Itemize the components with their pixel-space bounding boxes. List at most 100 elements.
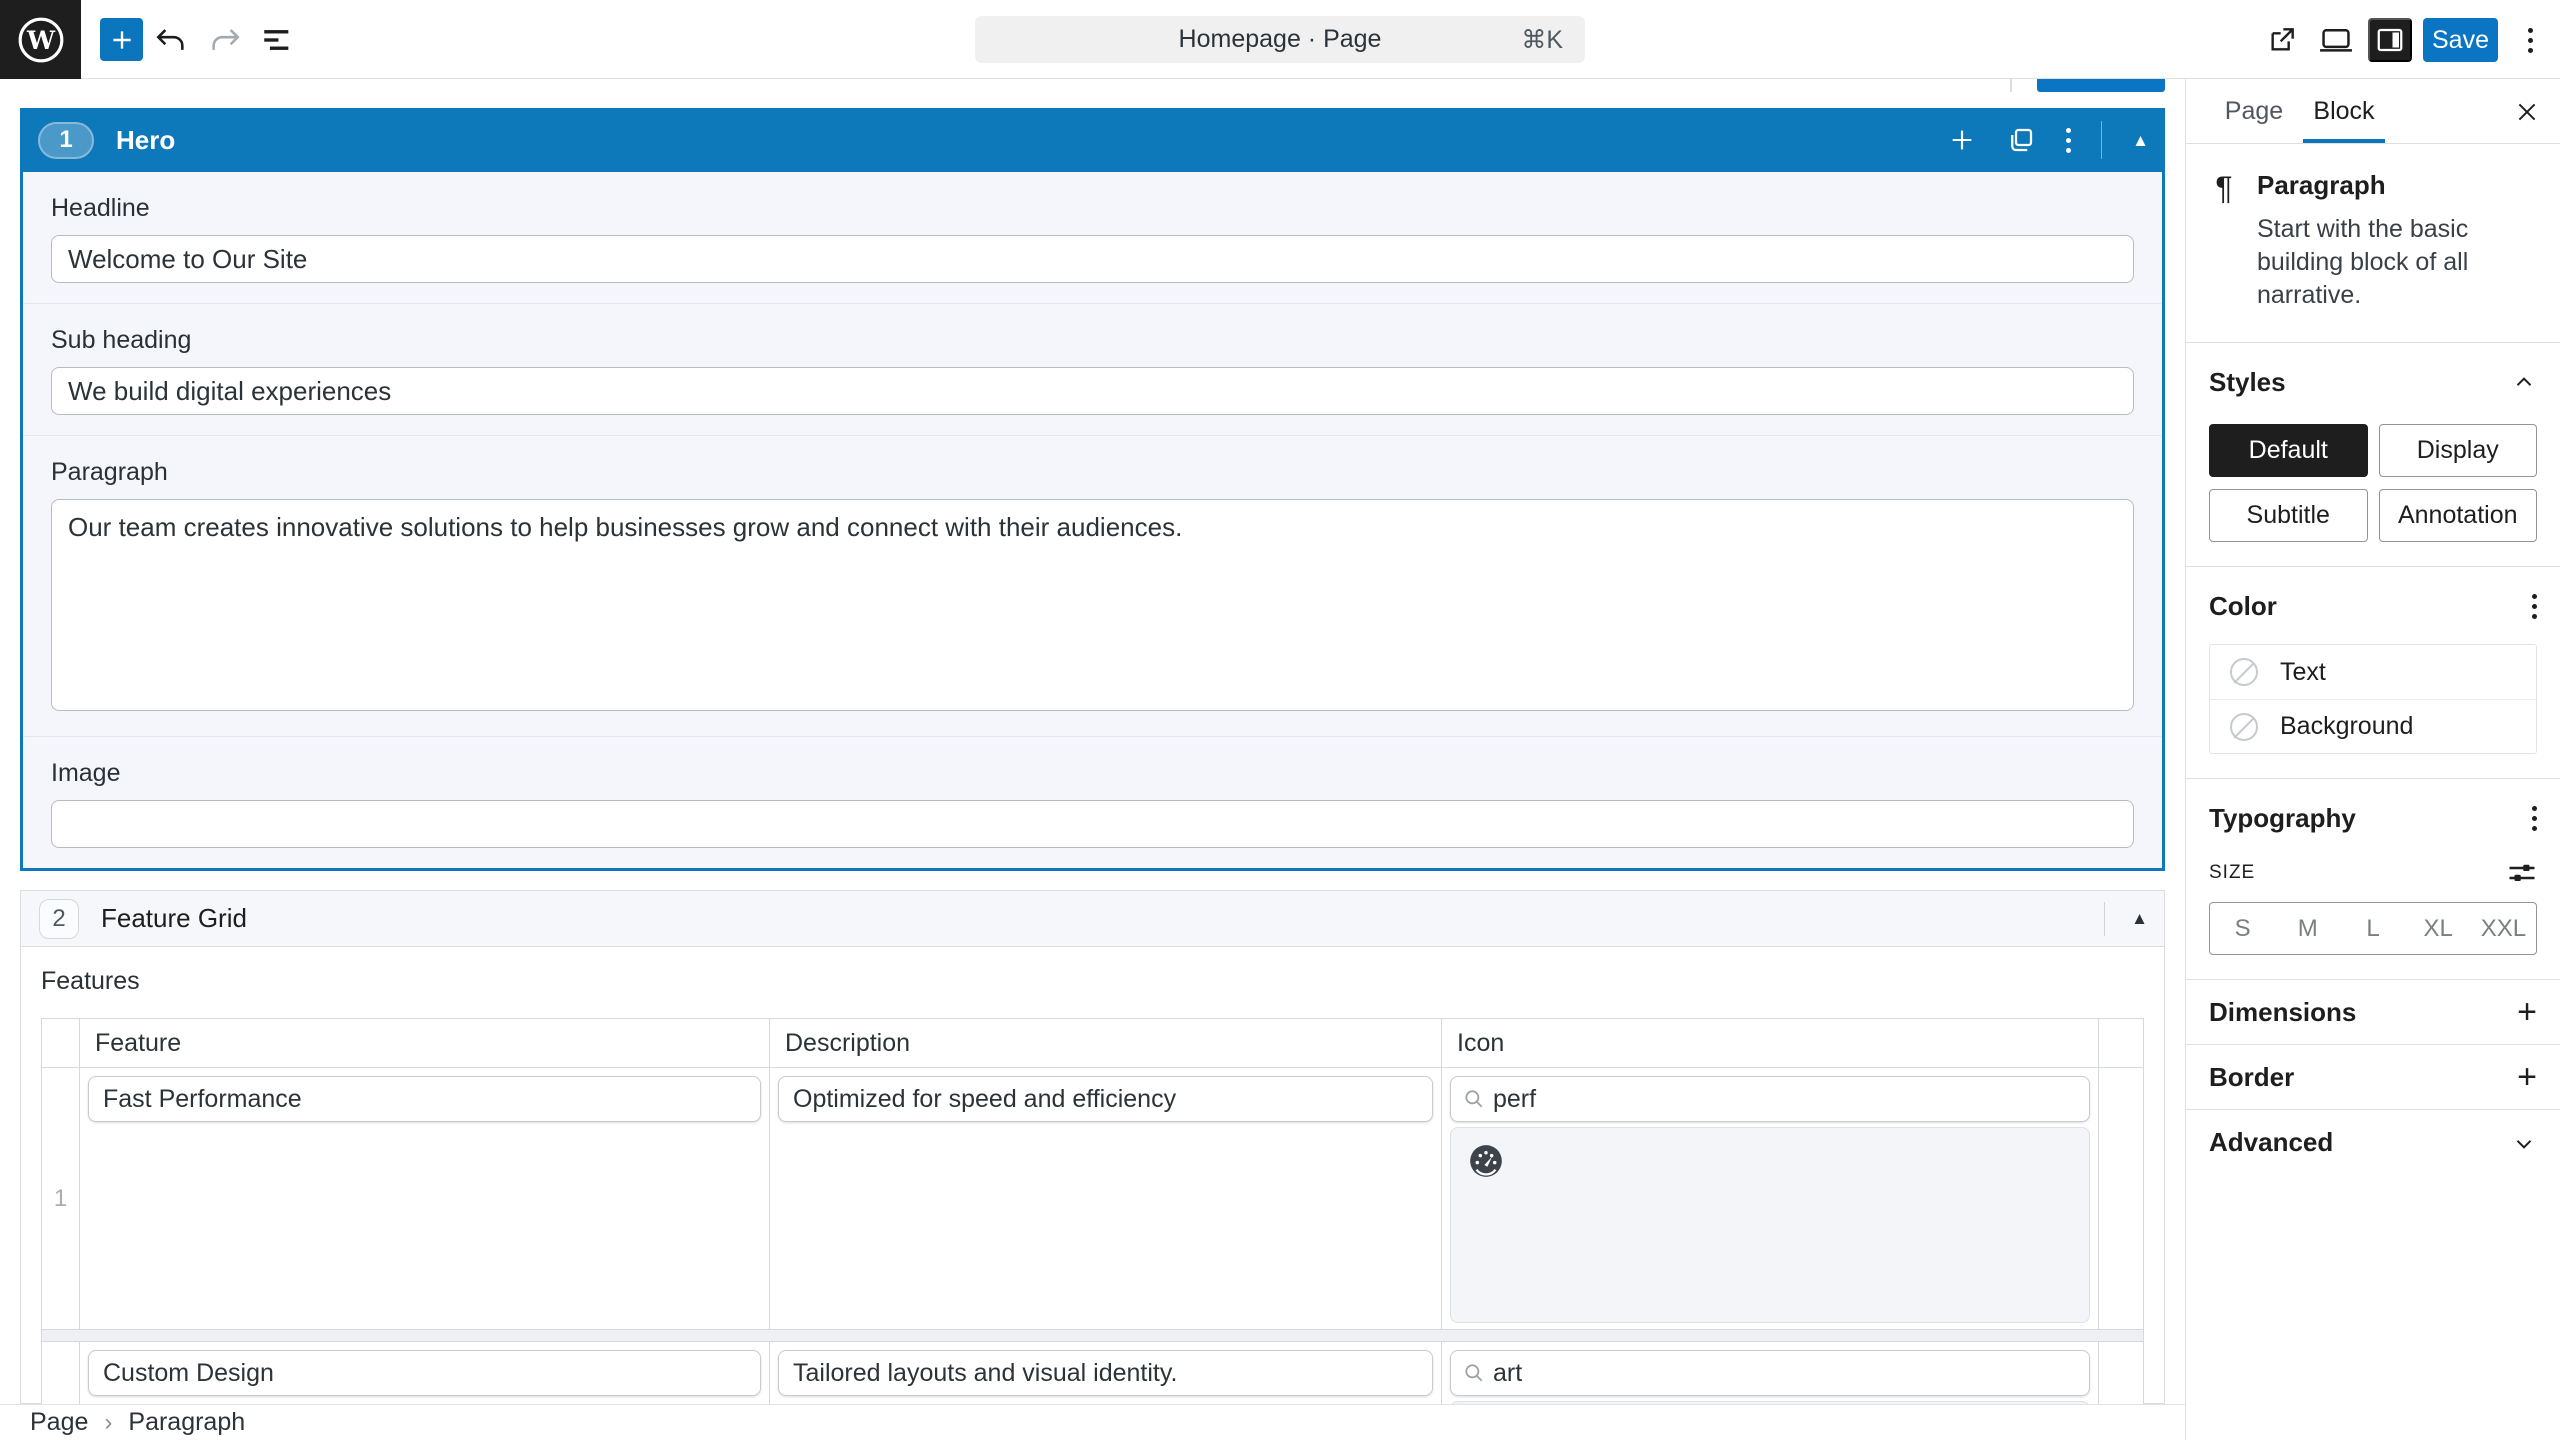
command-shortcut: ⌘K (1521, 25, 1563, 55)
features-col-description-header: Description (770, 1019, 1442, 1068)
hero-block-title: Hero (116, 125, 175, 156)
block-inserter-button[interactable] (100, 18, 143, 61)
row-2-number: 2 (42, 1342, 80, 1404)
size-s-option[interactable]: S (2210, 903, 2275, 954)
style-annotation-button[interactable]: Annotation (2379, 489, 2538, 542)
row-2-feature-cell (80, 1342, 770, 1404)
dashboard-icon[interactable] (1467, 1142, 1505, 1180)
size-m-option[interactable]: M (2275, 903, 2340, 954)
color-text-row[interactable]: Text (2210, 645, 2536, 699)
row-1-description-input[interactable] (778, 1076, 1433, 1122)
style-subtitle-button[interactable]: Subtitle (2209, 489, 2368, 542)
hero-duplicate-icon[interactable] (2006, 125, 2036, 155)
subheading-input[interactable] (51, 367, 2134, 415)
document-title: Homepage · Page (1179, 25, 1382, 54)
feature-grid-collapse-icon[interactable]: ▲ (2131, 910, 2148, 927)
color-options-kebab-icon[interactable] (2532, 594, 2537, 619)
row-2-actions-cell (2099, 1342, 2143, 1404)
dimensions-panel-row[interactable]: Dimensions + (2186, 980, 2560, 1045)
row-2-description-cell (770, 1342, 1442, 1404)
typography-options-kebab-icon[interactable] (2532, 806, 2537, 831)
view-site-external-link-icon[interactable] (2260, 20, 2304, 60)
field-paragraph-label: Paragraph (51, 458, 2134, 487)
hero-collapse-icon[interactable]: ▲ (2132, 132, 2149, 149)
plus-icon (109, 27, 135, 53)
save-button[interactable]: Save (2423, 18, 2498, 62)
close-sidebar-icon[interactable] (2506, 91, 2548, 133)
field-image-label: Image (51, 759, 2134, 788)
field-subheading-label: Sub heading (51, 326, 2134, 355)
chevron-up-icon[interactable] (2511, 370, 2537, 396)
block-card: ¶ Paragraph Start with the basic buildin… (2186, 144, 2560, 343)
typography-panel: Typography SIZE S M L XL XXL (2186, 779, 2560, 980)
editor-canvas: 1 Hero ▲ Headli (0, 79, 2185, 1404)
image-input[interactable] (51, 800, 2134, 848)
advanced-panel-row[interactable]: Advanced (2186, 1110, 2560, 1175)
svg-text:W: W (25, 25, 55, 54)
styles-panel-title: Styles (2209, 367, 2286, 398)
color-background-row[interactable]: Background (2210, 699, 2536, 753)
document-title-button[interactable]: Homepage · Page ⌘K (975, 16, 1585, 63)
field-headline: Headline (23, 172, 2162, 304)
row-1-feature-input[interactable] (88, 1076, 761, 1122)
hero-actions-divider (2101, 121, 2102, 159)
breadcrumb-paragraph[interactable]: Paragraph (128, 1408, 245, 1437)
size-xl-option[interactable]: XL (2406, 903, 2471, 954)
field-subheading: Sub heading (23, 304, 2162, 436)
sidebar-icon (2375, 25, 2405, 55)
sidebar-tabs: Page Block (2186, 79, 2560, 144)
search-icon (1463, 1362, 1485, 1384)
redo-icon[interactable] (206, 22, 244, 58)
hero-add-icon[interactable] (1948, 126, 1976, 154)
row-1-icon-cell (1442, 1068, 2099, 1330)
style-display-button[interactable]: Display (2379, 424, 2538, 477)
tab-block[interactable]: Block (2299, 79, 2389, 143)
hero-block-header[interactable]: 1 Hero ▲ (20, 108, 2165, 172)
size-settings-icon[interactable] (2507, 860, 2537, 886)
undo-icon[interactable] (152, 22, 190, 58)
block-card-title: Paragraph (2257, 170, 2537, 201)
feature-grid-header[interactable]: 2 Feature Grid ▲ (20, 890, 2165, 947)
headline-input[interactable] (51, 235, 2134, 283)
row-2-feature-input[interactable] (88, 1350, 761, 1396)
paragraph-block-icon: ¶ (2209, 170, 2239, 312)
paragraph-textarea[interactable]: Our team creates innovative solutions to… (51, 499, 2134, 711)
feature-grid-index-badge: 2 (39, 899, 79, 939)
row-2-icon-search-input[interactable] (1493, 1359, 2077, 1388)
settings-sidebar: Page Block ¶ Paragraph Start with the ba… (2185, 79, 2560, 1440)
wordpress-logo[interactable]: W (0, 0, 81, 79)
size-xxl-option[interactable]: XXL (2471, 903, 2536, 954)
search-icon (1463, 1088, 1485, 1110)
plus-icon: + (2517, 1060, 2537, 1094)
row-1-feature-cell (80, 1068, 770, 1330)
preview-device-icon[interactable] (2314, 20, 2358, 60)
row-2-description-input[interactable] (778, 1350, 1433, 1396)
cutoff-blue-button[interactable] (2037, 79, 2165, 92)
breadcrumb-page[interactable]: Page (30, 1408, 88, 1437)
hero-index-badge: 1 (38, 122, 94, 159)
no-color-swatch-icon (2230, 658, 2258, 686)
size-l-option[interactable]: L (2340, 903, 2405, 954)
border-panel-row[interactable]: Border + (2186, 1045, 2560, 1110)
cutoff-divider (2010, 79, 2012, 92)
list-view-icon[interactable] (258, 22, 296, 58)
typography-panel-title: Typography (2209, 803, 2356, 834)
styles-panel: Styles Default Display Subtitle Annotati… (2186, 343, 2560, 567)
field-headline-label: Headline (51, 194, 2134, 223)
feature-grid-fields: Features Feature Description Icon 1 (20, 947, 2165, 1404)
hero-block: 1 Hero ▲ Headli (20, 108, 2165, 871)
row-1-icon-search-input[interactable] (1493, 1085, 2077, 1114)
color-panel-title: Color (2209, 591, 2277, 622)
settings-sidebar-toggle-button[interactable] (2368, 18, 2412, 62)
field-paragraph: Paragraph Our team creates innovative so… (23, 436, 2162, 737)
plus-icon: + (2517, 995, 2537, 1029)
options-menu-icon[interactable] (2508, 20, 2552, 60)
wordpress-block-editor: W Homepage · Page ⌘K (0, 0, 2560, 1440)
features-col-icon-header: Icon (1442, 1019, 2099, 1068)
size-label: SIZE (2209, 862, 2255, 884)
color-panel: Color Text Background (2186, 567, 2560, 779)
hero-options-kebab-icon[interactable] (2066, 128, 2071, 153)
tab-page[interactable]: Page (2209, 79, 2299, 143)
style-default-button[interactable]: Default (2209, 424, 2368, 477)
features-col-actions-header (2099, 1019, 2143, 1068)
